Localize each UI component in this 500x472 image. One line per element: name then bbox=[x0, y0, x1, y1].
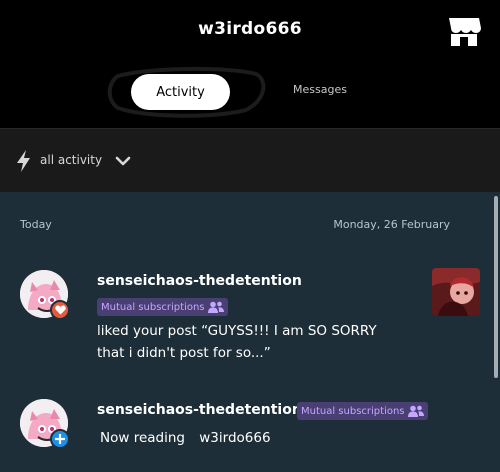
mutual-label: Mutual subscriptions bbox=[301, 405, 405, 417]
mutual-subscriptions-badge: Mutual subscriptions bbox=[297, 402, 428, 420]
post-thumbnail-image bbox=[432, 268, 480, 316]
post-thumbnail[interactable] bbox=[432, 268, 480, 316]
people-icon bbox=[207, 301, 224, 313]
username-link[interactable]: senseichaos-thedetention bbox=[97, 402, 302, 418]
message-line: liked your post “GUYSS!!! I am SO SORRY bbox=[97, 323, 377, 339]
activity-filter-bar[interactable]: all activity bbox=[0, 128, 500, 192]
message-target-link[interactable]: w3irdo666 bbox=[199, 430, 270, 446]
blog-title[interactable]: w3irdo666 bbox=[0, 19, 500, 39]
bolt-icon bbox=[17, 150, 30, 172]
mutual-subscriptions-badge: Mutual subscriptions bbox=[97, 298, 228, 316]
top-bar: w3irdo666 Activity Messages bbox=[0, 0, 500, 128]
plus-icon bbox=[55, 434, 65, 444]
people-icon bbox=[407, 405, 424, 417]
tab-activity[interactable]: Activity bbox=[131, 74, 230, 110]
scrollbar[interactable] bbox=[494, 196, 498, 378]
activity-feed: Today Monday, 26 February senseichaos-th… bbox=[0, 192, 500, 472]
activity-message[interactable]: liked your post “GUYSS!!! I am SO SORRY … bbox=[97, 320, 377, 364]
day-label: Today bbox=[20, 218, 52, 231]
tab-messages[interactable]: Messages bbox=[270, 83, 370, 96]
mutual-label: Mutual subscriptions bbox=[101, 301, 205, 313]
follow-badge bbox=[50, 429, 70, 449]
heart-icon bbox=[54, 305, 66, 315]
username-link[interactable]: senseichaos-thedetention bbox=[97, 273, 302, 289]
store-icon[interactable] bbox=[446, 14, 482, 48]
activity-message[interactable]: Now reading w3irdo666 bbox=[100, 427, 271, 449]
message-line: that i didn't post for so...” bbox=[97, 345, 271, 361]
chevron-down-icon[interactable] bbox=[115, 155, 131, 167]
date-label: Monday, 26 February bbox=[333, 218, 450, 231]
filter-label[interactable]: all activity bbox=[40, 153, 102, 167]
message-prefix: Now reading bbox=[100, 430, 185, 446]
heart-badge bbox=[50, 300, 70, 320]
